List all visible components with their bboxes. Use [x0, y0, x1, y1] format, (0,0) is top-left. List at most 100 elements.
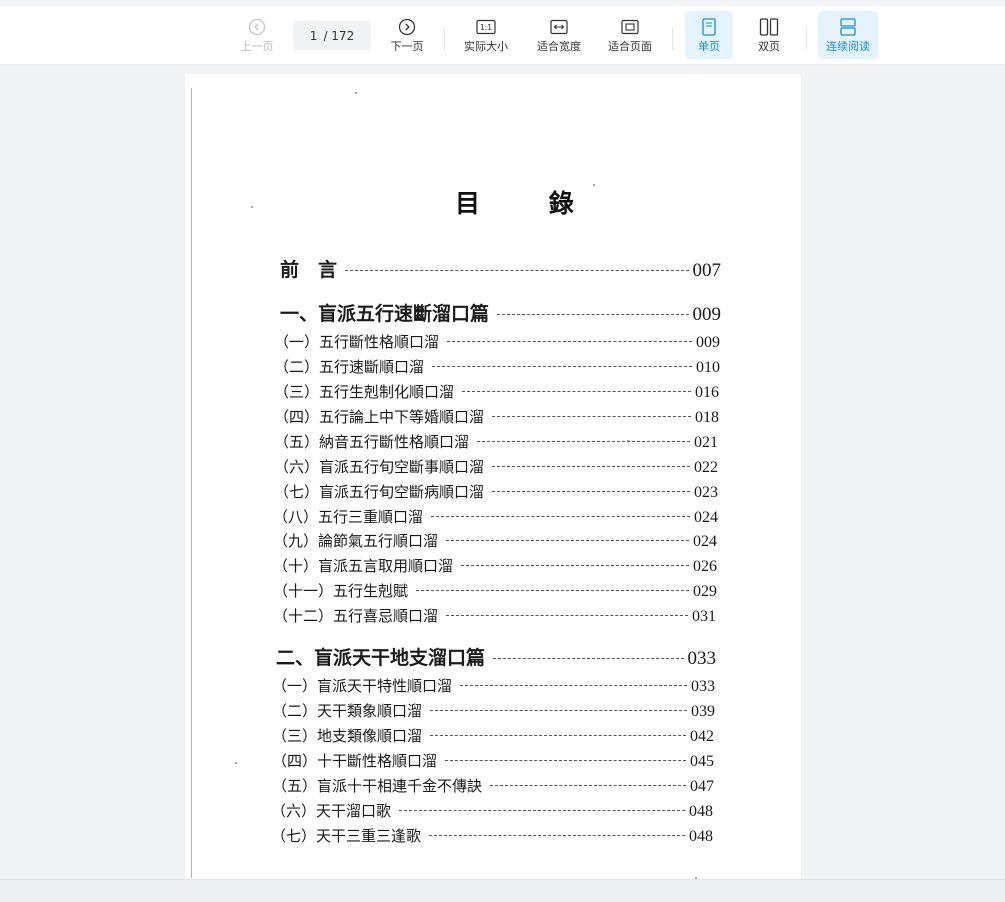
- toc-entry-row: （八）五行三重順口溜 024: [273, 506, 718, 527]
- double-page-button[interactable]: 双页: [745, 11, 793, 59]
- toc-entry-row: （四）五行論上中下等婚順口溜 018: [274, 406, 719, 427]
- toc-entry-title: 前 言: [280, 259, 338, 281]
- toc-entry-row: （二）五行速斷順口溜 010: [274, 356, 720, 377]
- toc-leader-dashes: [492, 416, 691, 417]
- toc-entry-title: （三）五行生剋制化順口溜: [274, 383, 455, 401]
- toc-entry-title: （八）五行三重順口溜: [273, 508, 424, 526]
- toc-page-number: 026: [693, 558, 717, 575]
- fit-width-button[interactable]: 适合宽度: [530, 11, 588, 59]
- toc-page-number: 016: [695, 384, 719, 401]
- toc-section-row: 二、盲派天干地支溜口篇 033: [276, 643, 716, 670]
- toc-entry-title: （二）天干類象順口溜: [272, 702, 423, 720]
- toc-entry-row: （七）天干三重三逢歌 048: [271, 825, 713, 846]
- actual-size-button[interactable]: 1:1 实际大小: [457, 11, 515, 59]
- toc-entry-title: 一、盲派五行速斷溜口篇: [280, 303, 490, 325]
- toc-page-number: 045: [690, 753, 714, 770]
- actual-size-glyph: 1:1: [480, 23, 492, 32]
- next-page-button[interactable]: 下一页: [382, 11, 432, 59]
- toc-title: 目 錄: [455, 189, 604, 218]
- toolbar-divider: [806, 28, 807, 50]
- fit-page-icon: [621, 17, 639, 37]
- next-page-label: 下一页: [390, 40, 424, 53]
- toc-leader-dashes: [446, 615, 688, 616]
- page-number-field[interactable]: 1 / 172: [293, 21, 371, 50]
- toc-entry-title: （七）天干三重三逢歌: [271, 827, 422, 845]
- toc-section-row: 前 言 007: [280, 255, 721, 282]
- scan-edge-line: [191, 88, 192, 878]
- toc-entry-title: （四）五行論上中下等婚順口溜: [274, 408, 485, 426]
- toc-entry-row: （五）盲派十干相連千金不傳訣 047: [272, 775, 714, 796]
- fit-page-label: 适合页面: [608, 40, 652, 53]
- toc-entry-row: （二）天干類象順口溜 039: [272, 700, 715, 721]
- single-page-label: 单页: [698, 40, 720, 53]
- toc-entry-title: （一）盲派天干特性順口溜: [272, 677, 453, 695]
- status-bar: [0, 879, 1005, 902]
- toc-leader-dashes: [430, 710, 687, 711]
- toc-page-number: 048: [689, 803, 713, 820]
- toc-leader-dashes: [432, 366, 692, 367]
- toc-entry-title: 二、盲派天干地支溜口篇: [276, 647, 486, 669]
- toc-leader-dashes: [345, 270, 689, 271]
- current-page-input[interactable]: 1: [310, 29, 318, 43]
- toc-section-row: 一、盲派五行速斷溜口篇 009: [280, 299, 721, 326]
- chevron-right-circle-icon: [398, 17, 416, 37]
- toc-entry-title: （十二）五行喜忌順口溜: [273, 607, 439, 625]
- single-page-button[interactable]: 单页: [685, 11, 733, 59]
- toc-page-number: 007: [692, 260, 722, 281]
- toc-entry-title: （五）盲派十干相連千金不傳訣: [272, 777, 483, 795]
- toc-entry-row: （一）盲派天干特性順口溜 033: [272, 675, 715, 696]
- reader-toolbar: 上一页 1 / 172 下一页 1:1 实际大小 适合宽度 适合页面 单页 双页…: [0, 6, 1005, 65]
- scan-speck: [251, 206, 253, 208]
- toc-entry-row: （四）十干斷性格順口溜 045: [272, 750, 714, 771]
- toc-entry-title: （三）地支類像順口溜: [272, 727, 423, 745]
- toc-leader-dashes: [446, 540, 689, 541]
- document-page: 目 錄 前 言 007 一、盲派五行速斷溜口篇 009 （一）五行斷性格順口溜 009 （二…: [185, 74, 801, 879]
- toc-leader-dashes: [492, 466, 690, 467]
- toc-page-number: 023: [694, 484, 718, 501]
- toc-page-number: 047: [690, 778, 714, 795]
- toc-leader-dashes: [493, 658, 684, 659]
- toc-entry-row: （三）五行生剋制化順口溜 016: [274, 381, 719, 402]
- continuous-reading-button[interactable]: 连续阅读: [818, 11, 878, 59]
- toc-page-number: 024: [693, 533, 717, 550]
- toc-leader-dashes: [461, 565, 689, 566]
- toc-page-number: 033: [687, 648, 717, 669]
- continuous-reading-label: 连续阅读: [826, 40, 870, 53]
- toc-entry-row: （三）地支類像順口溜 042: [272, 725, 714, 746]
- actual-size-icon: 1:1: [476, 17, 496, 37]
- toc-leader-dashes: [430, 735, 686, 736]
- toc-leader-dashes: [477, 441, 690, 442]
- toc-entry-title: （九）論節氣五行順口溜: [273, 532, 439, 550]
- toc-page-number: 029: [693, 583, 717, 600]
- fit-page-button[interactable]: 适合页面: [601, 11, 659, 59]
- toc-entry-row: （九）論節氣五行順口溜 024: [273, 530, 717, 551]
- toc-leader-dashes: [490, 785, 686, 786]
- toc-entry-title: （四）十干斷性格順口溜: [272, 752, 438, 770]
- toc-page-number: 010: [696, 359, 720, 376]
- toc-leader-dashes: [447, 341, 692, 342]
- toc-page-number: 031: [692, 608, 716, 625]
- continuous-scroll-icon: [839, 17, 857, 37]
- scan-speck: [355, 92, 357, 94]
- double-page-icon: [759, 17, 779, 37]
- toc-entry-title: （一）五行斷性格順口溜: [274, 333, 440, 351]
- prev-page-button[interactable]: 上一页: [232, 11, 282, 59]
- toc-leader-dashes: [445, 760, 686, 761]
- toc-page-number: 009: [696, 334, 720, 351]
- toc-page-number: 042: [690, 728, 714, 745]
- toc-entry-row: （十）盲派五言取用順口溜 026: [273, 555, 717, 576]
- toc-leader-dashes: [416, 590, 689, 591]
- toc-page-number: 033: [691, 678, 715, 695]
- toc-leader-dashes: [399, 810, 685, 811]
- toc-entry-row: （五）納音五行斷性格順口溜 021: [274, 431, 718, 452]
- fit-width-icon: [550, 17, 568, 37]
- toc-entry-row: （十一）五行生剋賦 029: [273, 580, 717, 601]
- toc-page-number: 009: [692, 304, 722, 325]
- toc-entry-row: （六）天干溜口歌 048: [271, 800, 713, 821]
- toc-leader-dashes: [429, 835, 685, 836]
- toc-leader-dashes: [462, 391, 691, 392]
- prev-page-label: 上一页: [240, 40, 274, 53]
- double-page-label: 双页: [758, 40, 780, 53]
- toc-entry-title: （十一）五行生剋賦: [273, 582, 409, 600]
- toc-entry-title: （六）盲派五行旬空斷事順口溜: [274, 458, 485, 476]
